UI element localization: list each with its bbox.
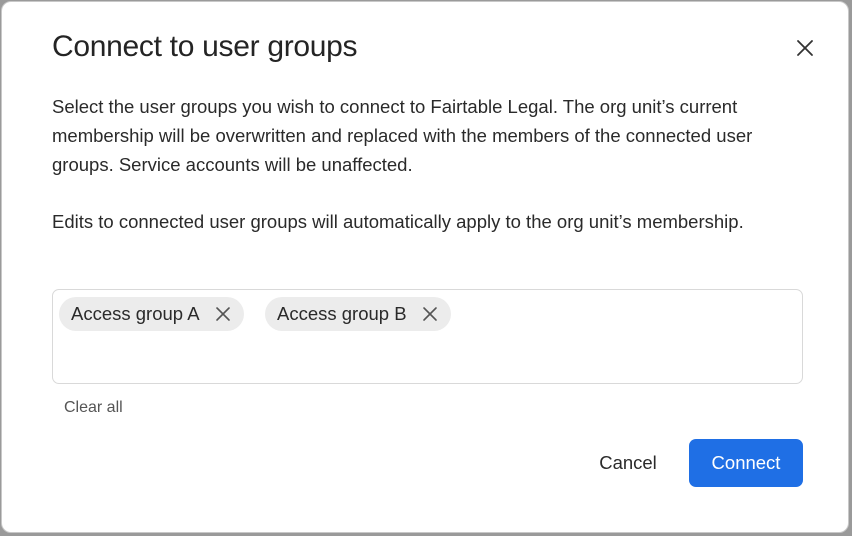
x-icon xyxy=(422,307,437,321)
dialog-description-secondary: Edits to connected user groups will auto… xyxy=(52,211,744,232)
user-groups-input[interactable]: Access group A Access group B xyxy=(52,289,803,384)
group-chip-label: Access group B xyxy=(277,303,407,324)
group-chip: Access group A xyxy=(59,297,244,331)
group-chip-label: Access group A xyxy=(71,303,200,324)
connect-button[interactable]: Connect xyxy=(689,439,803,487)
close-icon xyxy=(797,40,813,56)
close-button[interactable] xyxy=(790,33,820,63)
remove-chip-button[interactable] xyxy=(421,305,439,323)
clear-all-button[interactable]: Clear all xyxy=(64,399,123,417)
cancel-button[interactable]: Cancel xyxy=(582,439,674,487)
dialog-description: Select the user groups you wish to conne… xyxy=(52,96,753,175)
group-chip: Access group B xyxy=(265,297,451,331)
dialog-title: Connect to user groups xyxy=(52,30,358,63)
connect-user-groups-dialog: Connect to user groups Select the user g… xyxy=(1,1,849,533)
remove-chip-button[interactable] xyxy=(214,305,232,323)
x-icon xyxy=(215,307,230,321)
